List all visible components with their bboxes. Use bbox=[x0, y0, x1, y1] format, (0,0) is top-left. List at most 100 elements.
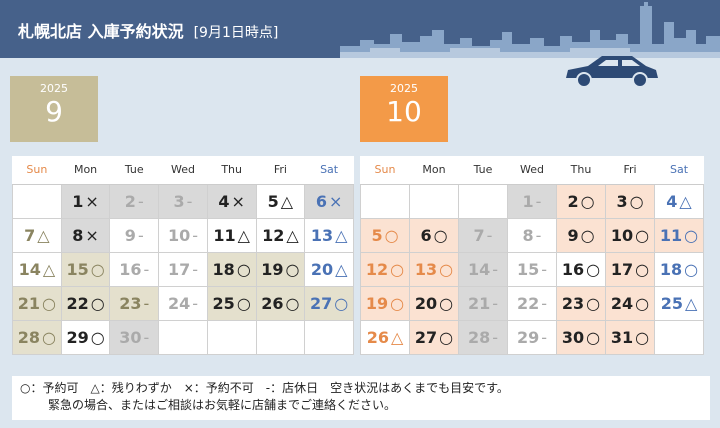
availability-symbol: △ bbox=[42, 259, 56, 279]
calendar-week: 1 × 2-3-4 × 5 △ 6 × bbox=[12, 183, 354, 219]
availability-symbol: - bbox=[192, 293, 198, 313]
weekday-header: Fri bbox=[605, 156, 655, 185]
day-cell: 22- bbox=[507, 285, 557, 321]
availability-symbol: △ bbox=[280, 191, 294, 211]
day-cell[interactable]: 20 △ bbox=[304, 251, 354, 287]
day-cell[interactable]: 1 × bbox=[60, 183, 111, 219]
day-number: 5 bbox=[371, 225, 383, 245]
day-number: 11 bbox=[213, 225, 236, 245]
day-cell[interactable]: 10 ○ bbox=[605, 217, 655, 253]
day-cell[interactable]: 6 × bbox=[304, 183, 354, 219]
day-cell[interactable]: 27 ○ bbox=[409, 319, 459, 355]
day-cell: 17- bbox=[158, 251, 208, 287]
day-cell: 10- bbox=[158, 217, 208, 253]
day-cell[interactable]: 11 ○ bbox=[654, 217, 704, 253]
day-cell[interactable]: 2 ○ bbox=[556, 183, 606, 219]
availability-symbol: - bbox=[143, 327, 150, 347]
day-cell[interactable]: 5 ○ bbox=[360, 217, 410, 253]
day-cell[interactable]: 11 △ bbox=[206, 217, 257, 253]
day-cell[interactable]: 18 ○ bbox=[654, 251, 704, 287]
day-cell[interactable]: 31 ○ bbox=[605, 319, 655, 355]
empty-cell bbox=[458, 183, 508, 219]
weekday-header: Thu bbox=[207, 156, 257, 185]
availability-symbol: - bbox=[137, 191, 144, 211]
day-cell[interactable]: 28 ○ bbox=[12, 319, 62, 355]
day-cell[interactable]: 7 △ bbox=[12, 217, 62, 253]
availability-symbol: - bbox=[492, 293, 499, 313]
availability-symbol: △ bbox=[237, 225, 250, 245]
day-cell[interactable]: 4 × bbox=[206, 183, 257, 219]
legend-line: 緊急の場合、またはご相談はお気軽に店舗までご連絡ください。 bbox=[48, 398, 397, 412]
month-number: 10 bbox=[386, 95, 422, 128]
day-cell[interactable]: 14 △ bbox=[12, 251, 62, 287]
empty-cell bbox=[12, 183, 62, 219]
day-cell[interactable]: 6 ○ bbox=[409, 217, 459, 253]
day-cell[interactable]: 21 ○ bbox=[12, 285, 62, 321]
day-cell[interactable]: 8 × bbox=[60, 217, 111, 253]
day-cell[interactable]: 29 ○ bbox=[60, 319, 111, 355]
day-cell[interactable]: 17 ○ bbox=[605, 251, 655, 287]
day-cell[interactable]: 22 ○ bbox=[60, 285, 111, 321]
availability-symbol: - bbox=[541, 259, 548, 279]
day-number: 19 bbox=[365, 293, 389, 313]
day-cell: 29- bbox=[507, 319, 557, 355]
availability-symbol: ○ bbox=[90, 327, 105, 347]
day-cell[interactable]: 3 ○ bbox=[605, 183, 655, 219]
day-cell[interactable]: 27 ○ bbox=[304, 285, 354, 321]
day-number: 26 bbox=[261, 293, 284, 313]
calendar-week: 28 ○ 29 ○ 30- bbox=[12, 319, 354, 355]
day-number: 24 bbox=[167, 293, 191, 313]
calendar-grid: Sun Mon Tue Wed Thu Fri Sat 1-2 ○ 3 ○ 4 △ 5 ○ 6 ○ 7-8-9 ○ 1… bbox=[360, 156, 704, 355]
day-number: 21 bbox=[17, 293, 40, 313]
availability-symbol: ○ bbox=[42, 327, 56, 347]
weekday-header: Mon bbox=[409, 156, 459, 185]
day-cell[interactable]: 16 ○ bbox=[556, 251, 606, 287]
calendar-week: 7 △ 8 × 9-10-11 △ 12 △ 13 △ bbox=[12, 217, 354, 253]
weekday-header: Sun bbox=[360, 156, 410, 185]
day-cell[interactable]: 25 ○ bbox=[206, 285, 257, 321]
availability-symbol: ○ bbox=[684, 225, 699, 245]
availability-symbol: ○ bbox=[439, 327, 454, 347]
day-cell: 1- bbox=[507, 183, 557, 219]
day-cell[interactable]: 30 ○ bbox=[556, 319, 606, 355]
day-cell[interactable]: 12 △ bbox=[255, 217, 306, 253]
day-cell[interactable]: 12 ○ bbox=[360, 251, 410, 287]
empty-cell bbox=[158, 319, 208, 355]
availability-symbol: - bbox=[541, 327, 548, 347]
day-number: 22 bbox=[516, 293, 540, 313]
day-cell[interactable]: 4 △ bbox=[654, 183, 704, 219]
day-cell[interactable]: 20 ○ bbox=[409, 285, 459, 321]
day-cell[interactable]: 24 ○ bbox=[605, 285, 655, 321]
day-number: 7 bbox=[473, 225, 485, 245]
day-number: 27 bbox=[414, 327, 438, 347]
calendar-week: 12 ○ 13 ○ 14-15-16 ○ 17 ○ 18 ○ bbox=[360, 251, 704, 287]
day-cell[interactable]: 19 ○ bbox=[360, 285, 410, 321]
day-cell[interactable]: 25 △ bbox=[654, 285, 704, 321]
availability-symbol: △ bbox=[335, 259, 348, 279]
day-number: 4 bbox=[218, 191, 230, 211]
day-cell[interactable]: 19 ○ bbox=[255, 251, 306, 287]
day-number: 23 bbox=[561, 293, 585, 313]
day-number: 26 bbox=[366, 327, 389, 347]
availability-symbol: ○ bbox=[90, 259, 105, 279]
empty-cell bbox=[255, 319, 306, 355]
day-number: 17 bbox=[167, 259, 191, 279]
day-number: 1 bbox=[72, 191, 84, 211]
day-number: 2 bbox=[124, 191, 136, 211]
day-cell[interactable]: 13 ○ bbox=[409, 251, 459, 287]
day-cell[interactable]: 18 ○ bbox=[206, 251, 257, 287]
day-cell[interactable]: 15 ○ bbox=[60, 251, 111, 287]
day-cell: 28- bbox=[458, 319, 508, 355]
day-number: 13 bbox=[310, 225, 334, 245]
day-cell: 9- bbox=[109, 217, 160, 253]
availability-symbol: △ bbox=[286, 225, 299, 245]
day-cell[interactable]: 26 △ bbox=[360, 319, 410, 355]
day-number: 10 bbox=[167, 225, 191, 245]
availability-symbol: - bbox=[186, 191, 193, 211]
day-cell[interactable]: 23- bbox=[109, 285, 160, 321]
day-cell[interactable]: 26 ○ bbox=[255, 285, 306, 321]
day-cell[interactable]: 13 △ bbox=[304, 217, 354, 253]
day-cell[interactable]: 5 △ bbox=[255, 183, 306, 219]
day-cell[interactable]: 23 ○ bbox=[556, 285, 606, 321]
day-cell[interactable]: 9 ○ bbox=[556, 217, 606, 253]
